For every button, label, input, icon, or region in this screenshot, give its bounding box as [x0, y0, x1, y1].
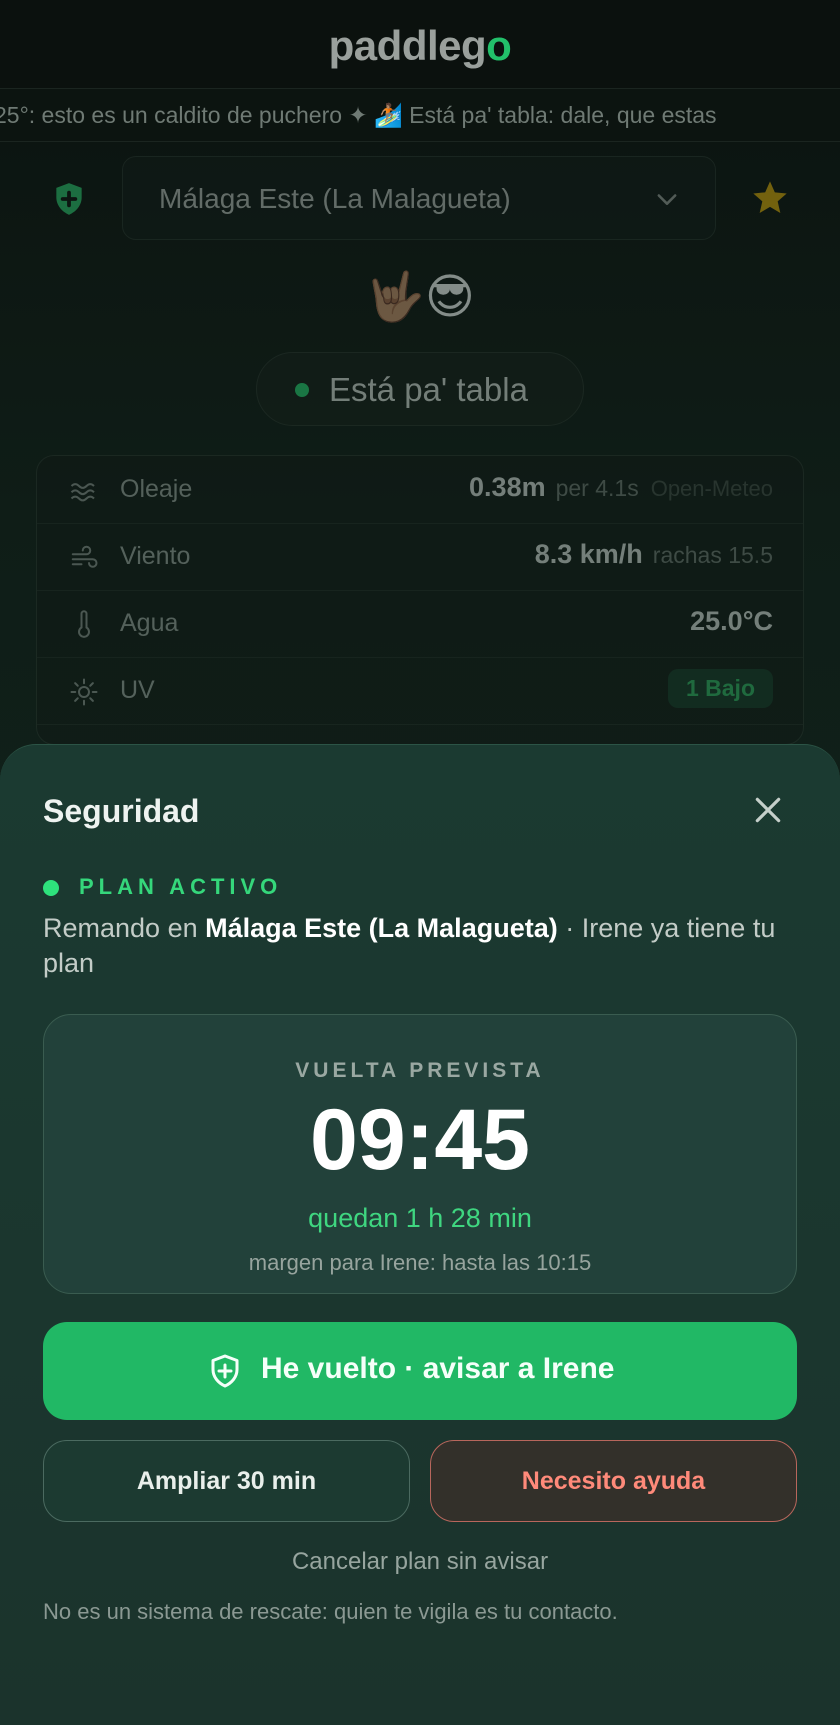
plan-status-label: PLAN ACTIVO [79, 874, 283, 899]
shield-check-icon [211, 1354, 239, 1388]
return-time: 09:45 [310, 1092, 530, 1188]
close-icon[interactable] [752, 794, 784, 826]
safety-shield-icon[interactable] [50, 180, 88, 218]
sun-icon [70, 678, 98, 706]
need-help-button[interactable]: Necesito ayuda [430, 1440, 797, 1522]
conditions-ticker: 25°: esto es un caldito de puchero ✦ 🏄🏽 … [0, 88, 840, 142]
chevron-down-icon [657, 194, 677, 205]
conditions-panel: Oleaje 0.38m per 4.1s Open-Meteo Viento 8.… [36, 455, 804, 745]
app-logo[interactable]: paddlego [0, 22, 840, 70]
metric-label: Viento [120, 542, 191, 570]
returned-notify-label: He vuelto · avisar a Irene [261, 1352, 615, 1385]
metric-value: 25.0°C [690, 606, 773, 636]
plan-description: Remando en Málaga Este (La Malagueta) · … [43, 913, 776, 978]
sheet-title: Seguridad [43, 793, 200, 829]
metric-row-agua: Agua 25.0°C [37, 590, 803, 658]
extend-plan-button[interactable]: Ampliar 30 min [43, 1440, 410, 1522]
return-time-label: VUELTA PREVISTA [295, 1059, 545, 1082]
metric-label: Agua [120, 609, 179, 637]
metric-value: 8.3 km/h [534, 539, 643, 569]
metric-sub: rachas 15.5 [652, 542, 773, 568]
metric-source: Open-Meteo [650, 476, 773, 501]
return-time-card: VUELTA PREVISTA 09:45 quedan 1 h 28 min … [43, 1014, 797, 1294]
contact-margin: margen para Irene: hasta las 10:15 [248, 1250, 592, 1275]
wind-icon [71, 545, 98, 568]
metric-label: Oleaje [120, 475, 193, 503]
metric-row-viento: Viento 8.3 km/h rachas 15.5 [37, 523, 803, 591]
metric-sub: per 4.1s [555, 475, 639, 501]
mood-emojis: 🤟🏽😎 [365, 271, 475, 324]
favorite-star-icon[interactable] [750, 178, 790, 218]
returned-notify-button[interactable]: He vuelto · avisar a Irene [43, 1322, 797, 1420]
safety-sheet: Seguridad PLAN ACTIVO Remando en Málaga … [0, 744, 840, 1725]
metric-label: UV [120, 676, 155, 704]
time-remaining: quedan 1 h 28 min [308, 1203, 532, 1233]
metric-row-oleaje: Oleaje 0.38m per 4.1s Open-Meteo [37, 456, 803, 524]
metric-value: 0.38m [469, 472, 546, 502]
uv-badge: 1 Bajo [667, 669, 773, 708]
spot-selector[interactable]: Málaga Este (La Malagueta) [122, 156, 716, 240]
plan-active-dot [43, 880, 59, 896]
spot-selector-value: Málaga Este (La Malagueta) [159, 183, 511, 214]
waves-icon [70, 483, 95, 502]
app-header: paddlego [0, 0, 840, 88]
status-label: Está pa' tabla [329, 371, 528, 408]
thermometer-icon [78, 610, 90, 638]
status-dot [295, 383, 309, 397]
plan-spot-name: Málaga Este (La Malagueta) [205, 913, 558, 943]
metric-row-uv: UV 1 Bajo [37, 657, 803, 725]
ticker-text: 25°: esto es un caldito de puchero ✦ 🏄🏽 … [0, 102, 717, 128]
status-badge: Está pa' tabla [256, 352, 584, 426]
disclaimer-text: No es un sistema de rescate: quien te vi… [43, 1599, 618, 1624]
cancel-plan-link[interactable]: Cancelar plan sin avisar [0, 1548, 840, 1576]
